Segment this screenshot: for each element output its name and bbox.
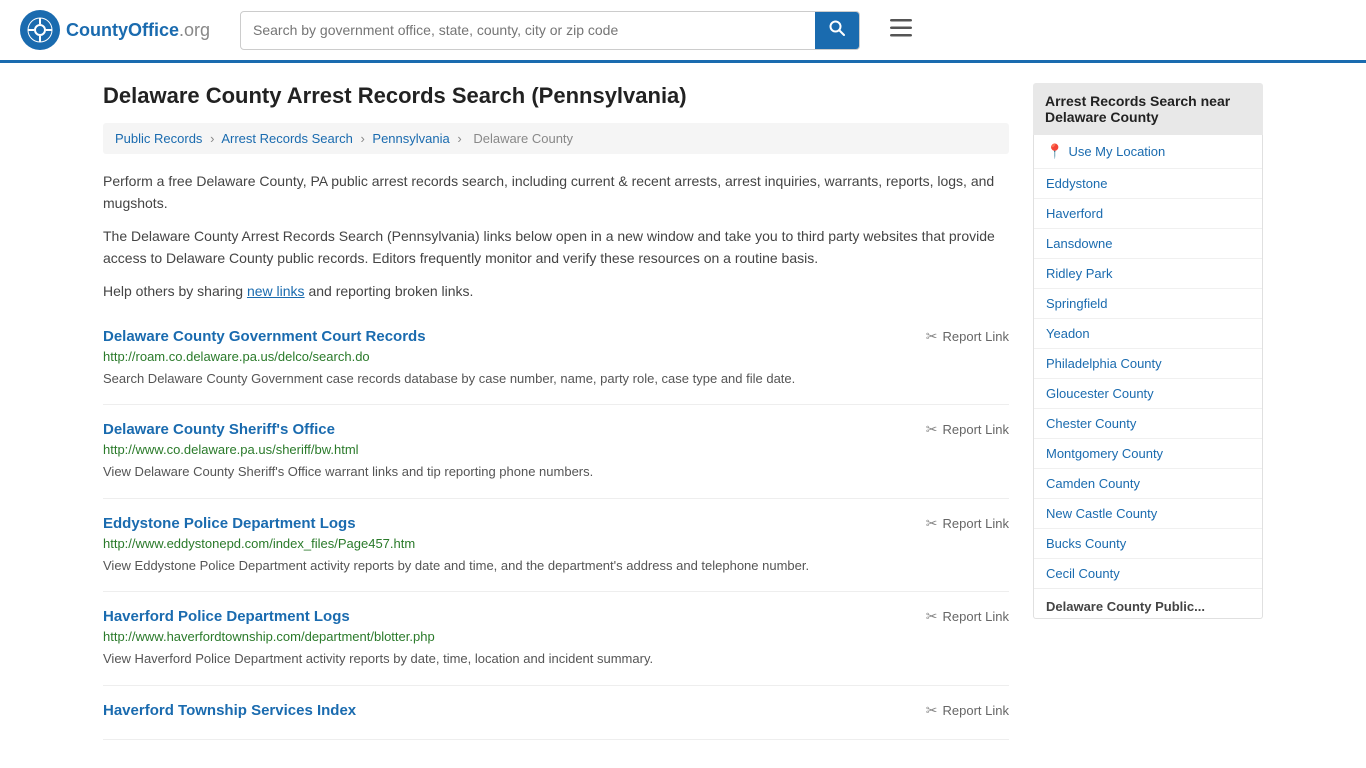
search-icon (829, 20, 845, 36)
report-icon-1: ✂ (926, 421, 938, 438)
result-item: Delaware County Sheriff's Office ✂ Repor… (103, 405, 1009, 499)
sidebar-link-6[interactable]: Philadelphia County (1034, 349, 1262, 379)
breadcrumb-public-records[interactable]: Public Records (115, 131, 202, 146)
report-icon-0: ✂ (926, 328, 938, 345)
result-desc-2: View Eddystone Police Department activit… (103, 556, 1009, 576)
sidebar-list: 📍 Use My Location EddystoneHaverfordLans… (1033, 135, 1263, 619)
sidebar-link-12[interactable]: Bucks County (1034, 529, 1262, 559)
report-link-2[interactable]: ✂ Report Link (926, 515, 1009, 532)
report-link-3[interactable]: ✂ Report Link (926, 608, 1009, 625)
sidebar-header: Arrest Records Search near Delaware Coun… (1033, 83, 1263, 135)
content-area: Delaware County Arrest Records Search (P… (103, 83, 1009, 740)
result-item: Eddystone Police Department Logs ✂ Repor… (103, 499, 1009, 593)
sidebar-link-13[interactable]: Cecil County (1034, 559, 1262, 588)
report-icon-4: ✂ (926, 702, 938, 719)
logo-icon (20, 10, 60, 50)
description-3: Help others by sharing new links and rep… (103, 280, 1009, 302)
result-desc-1: View Delaware County Sheriff's Office wa… (103, 462, 1009, 482)
page-title: Delaware County Arrest Records Search (P… (103, 83, 1009, 109)
use-my-location-link[interactable]: Use My Location (1068, 144, 1165, 159)
new-links-link[interactable]: new links (247, 283, 305, 299)
sidebar-link-1[interactable]: Haverford (1034, 199, 1262, 229)
sidebar-link-11[interactable]: New Castle County (1034, 499, 1262, 529)
result-title-4[interactable]: Haverford Township Services Index (103, 702, 356, 719)
sidebar-link-4[interactable]: Springfield (1034, 289, 1262, 319)
sidebar-link-9[interactable]: Montgomery County (1034, 439, 1262, 469)
header: CountyOffice.org (0, 0, 1366, 63)
sidebar-link-3[interactable]: Ridley Park (1034, 259, 1262, 289)
menu-icon[interactable] (890, 17, 912, 43)
report-icon-3: ✂ (926, 608, 938, 625)
sidebar-bottom-label: Delaware County Public... (1034, 588, 1262, 618)
main-container: Delaware County Arrest Records Search (P… (83, 63, 1283, 760)
results-list: Delaware County Government Court Records… (103, 312, 1009, 740)
breadcrumb-pennsylvania[interactable]: Pennsylvania (372, 131, 449, 146)
result-item: Haverford Township Services Index ✂ Repo… (103, 686, 1009, 740)
result-title-2[interactable]: Eddystone Police Department Logs (103, 515, 356, 532)
report-link-4[interactable]: ✂ Report Link (926, 702, 1009, 719)
result-url-0[interactable]: http://roam.co.delaware.pa.us/delco/sear… (103, 349, 1009, 364)
report-link-0[interactable]: ✂ Report Link (926, 328, 1009, 345)
location-pin-icon: 📍 (1046, 143, 1063, 160)
result-item: Haverford Police Department Logs ✂ Repor… (103, 592, 1009, 686)
description-1: Perform a free Delaware County, PA publi… (103, 170, 1009, 215)
search-bar (240, 11, 860, 50)
sidebar: Arrest Records Search near Delaware Coun… (1033, 83, 1263, 740)
result-url-1[interactable]: http://www.co.delaware.pa.us/sheriff/bw.… (103, 442, 1009, 457)
sidebar-link-8[interactable]: Chester County (1034, 409, 1262, 439)
sidebar-link-7[interactable]: Gloucester County (1034, 379, 1262, 409)
sidebar-link-10[interactable]: Camden County (1034, 469, 1262, 499)
search-button[interactable] (815, 12, 859, 49)
sidebar-link-2[interactable]: Lansdowne (1034, 229, 1262, 259)
description-2: The Delaware County Arrest Records Searc… (103, 225, 1009, 270)
use-my-location[interactable]: 📍 Use My Location (1034, 135, 1262, 169)
report-link-1[interactable]: ✂ Report Link (926, 421, 1009, 438)
sidebar-link-5[interactable]: Yeadon (1034, 319, 1262, 349)
breadcrumb-arrest-records[interactable]: Arrest Records Search (221, 131, 353, 146)
logo-text: CountyOffice.org (66, 20, 210, 41)
logo[interactable]: CountyOffice.org (20, 10, 220, 50)
result-title-3[interactable]: Haverford Police Department Logs (103, 608, 350, 625)
result-url-2[interactable]: http://www.eddystonepd.com/index_files/P… (103, 536, 1009, 551)
search-input[interactable] (241, 14, 815, 46)
report-icon-2: ✂ (926, 515, 938, 532)
result-desc-3: View Haverford Police Department activit… (103, 649, 1009, 669)
result-item: Delaware County Government Court Records… (103, 312, 1009, 406)
result-url-3[interactable]: http://www.haverfordtownship.com/departm… (103, 629, 1009, 644)
breadcrumb: Public Records › Arrest Records Search ›… (103, 123, 1009, 154)
result-desc-0: Search Delaware County Government case r… (103, 369, 1009, 389)
result-title-1[interactable]: Delaware County Sheriff's Office (103, 421, 335, 438)
sidebar-link-0[interactable]: Eddystone (1034, 169, 1262, 199)
breadcrumb-current: Delaware County (473, 131, 573, 146)
result-title-0[interactable]: Delaware County Government Court Records (103, 328, 426, 345)
